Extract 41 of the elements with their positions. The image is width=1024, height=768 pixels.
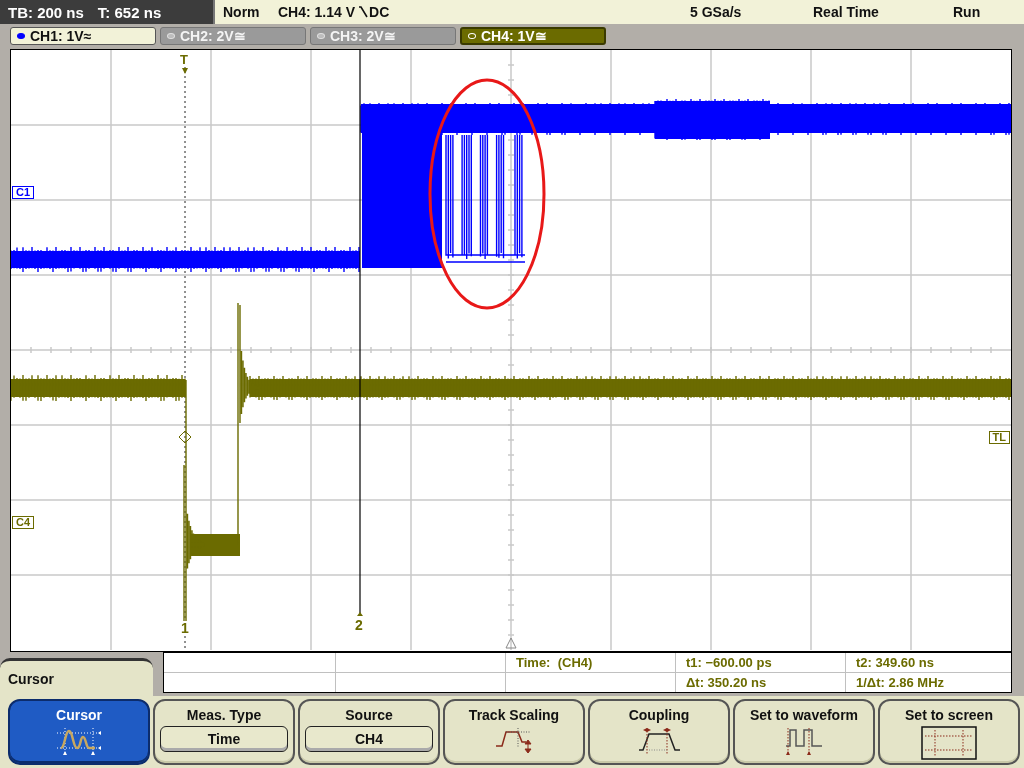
softkey-button[interactable]: Cursor bbox=[8, 699, 150, 765]
square-wave-icon bbox=[784, 726, 824, 756]
trigger-time-label: T: 652 ns bbox=[97, 3, 162, 21]
cursor-marker-icon[interactable] bbox=[357, 612, 363, 616]
softkey-button[interactable]: Track Scaling bbox=[443, 699, 585, 765]
measurement-value: t1: −600.00 ps bbox=[686, 654, 772, 670]
softkey-button[interactable]: Set to screen bbox=[878, 699, 1020, 765]
trigger-marker: T bbox=[180, 52, 188, 67]
screen-grid-icon bbox=[921, 726, 977, 760]
trigger-point-icon bbox=[178, 430, 192, 444]
cursor-label: 1 bbox=[181, 621, 189, 636]
measurement-value: t2: 349.60 ns bbox=[856, 654, 935, 670]
value-field[interactable]: Time bbox=[160, 726, 288, 752]
channel-marker[interactable]: C4 bbox=[12, 516, 35, 529]
channel-tab[interactable]: CH1: 1V≈ bbox=[10, 27, 156, 45]
trigger-arrow-icon bbox=[182, 68, 188, 74]
value-field[interactable]: CH4 bbox=[305, 726, 433, 752]
measurement-value: Δt: 350.20 ns bbox=[686, 674, 767, 690]
timebase-label: TB: 200 ns bbox=[8, 3, 84, 21]
acquisition-mode-label: Real Time bbox=[813, 4, 880, 20]
channel-tab[interactable]: CH4: 1V≅ bbox=[460, 27, 606, 45]
center-marker-icon bbox=[505, 637, 517, 649]
step-scaling-icon bbox=[494, 726, 534, 754]
channel-marker[interactable]: C1 bbox=[12, 186, 35, 199]
measurement-title: Time: (CH4) bbox=[516, 654, 593, 670]
pulse-coupling-icon bbox=[637, 726, 681, 754]
trigger-level-marker[interactable]: TL bbox=[988, 431, 1010, 444]
cursor-wave-icon bbox=[55, 726, 103, 756]
run-state-label: Run bbox=[953, 4, 982, 20]
trigger-level-label: CH4: 1.14 V bbox=[278, 4, 356, 20]
sample-rate-label: 5 GSa/s bbox=[690, 4, 743, 20]
trigger-mode-label: Norm bbox=[223, 4, 261, 20]
softkey-button[interactable]: Set to waveform bbox=[733, 699, 875, 765]
cursor-label: 2 bbox=[355, 618, 363, 633]
softkey-button[interactable]: Meas. Type Time bbox=[153, 699, 295, 765]
trigger-coupling-label: DC bbox=[369, 4, 390, 20]
falling-edge-icon bbox=[358, 6, 370, 18]
softkey-button[interactable]: Source CH4 bbox=[298, 699, 440, 765]
cursor-line[interactable] bbox=[359, 50, 361, 614]
measurement-value: 1/Δt: 2.86 MHz bbox=[856, 674, 945, 690]
softkey-button[interactable]: Coupling bbox=[588, 699, 730, 765]
